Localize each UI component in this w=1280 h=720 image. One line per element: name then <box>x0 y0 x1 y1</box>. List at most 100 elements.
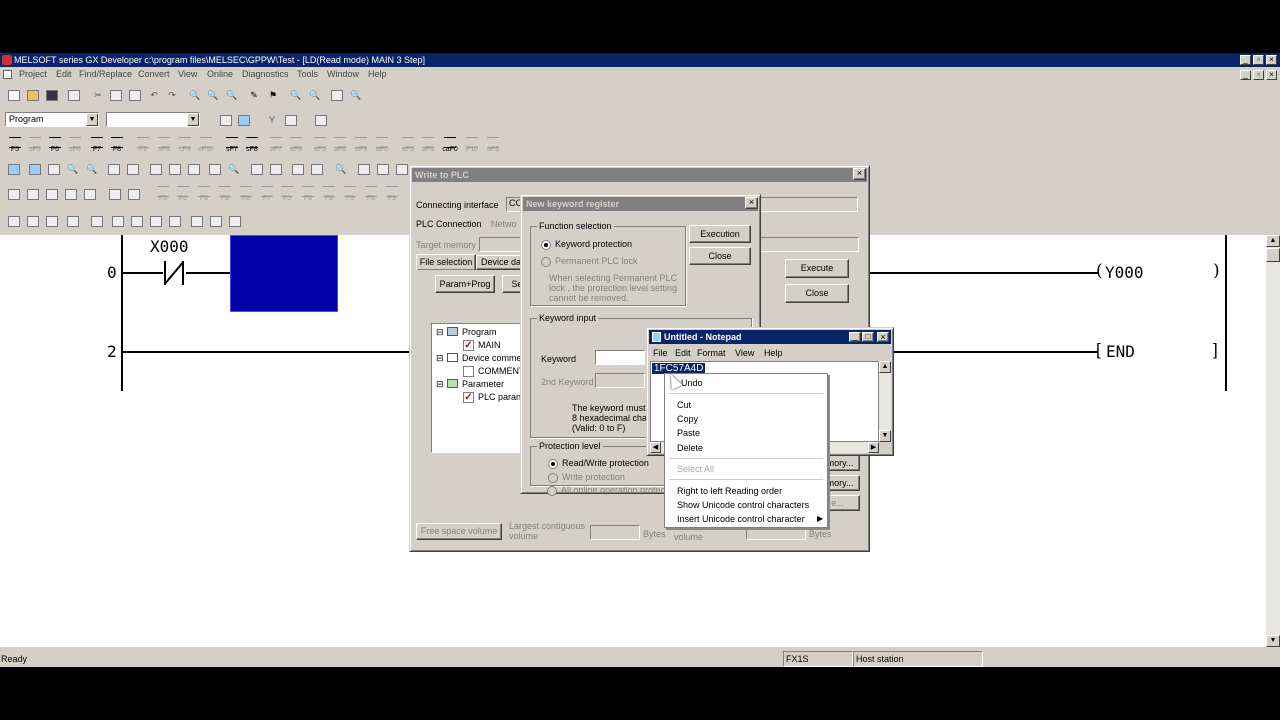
plc-param-checkbox[interactable]: ✓ <box>463 392 474 403</box>
menu-select-all[interactable]: Select All <box>677 464 714 474</box>
sfc-e-icon[interactable] <box>82 186 98 202</box>
rising-neg-icon[interactable]: aF5 <box>311 135 329 155</box>
sfc-f-icon[interactable] <box>107 186 123 202</box>
op-result-rise-icon[interactable]: aF5 <box>399 135 417 155</box>
ladder-view-icon[interactable] <box>218 112 234 128</box>
sfc-a-icon[interactable] <box>6 186 22 202</box>
rising-pulse-icon[interactable]: sF7 <box>223 135 241 155</box>
paste-icon[interactable] <box>127 87 143 103</box>
edit-h-icon[interactable] <box>148 213 164 229</box>
tool-t-icon[interactable] <box>394 161 410 177</box>
edit-c-icon[interactable] <box>44 213 60 229</box>
tool-k-icon[interactable] <box>207 161 223 177</box>
block-combo[interactable]: ▼ <box>106 112 200 127</box>
menu-project[interactable]: Project <box>19 69 47 79</box>
close-button[interactable]: × <box>1266 55 1277 65</box>
menu-edit[interactable]: Edit <box>56 69 72 79</box>
notepad-minimize-icon[interactable]: _ <box>849 332 861 342</box>
edit-k-icon[interactable] <box>208 213 224 229</box>
sfc-f5-icon[interactable]: F5 <box>154 184 172 204</box>
minimize-button[interactable]: _ <box>1240 55 1251 65</box>
sfc-f15-icon[interactable]: F8 <box>362 184 380 204</box>
draw-line-icon[interactable]: F10 <box>463 135 481 155</box>
permanent-lock-radio[interactable] <box>541 257 551 267</box>
notepad-menu-format[interactable]: Format <box>697 348 726 358</box>
tool-m-icon[interactable] <box>249 161 265 177</box>
sfc-f13-icon[interactable]: F8 <box>320 184 338 204</box>
notepad-scroll-down-icon[interactable]: ▼ <box>879 430 891 442</box>
copy-icon[interactable] <box>108 87 124 103</box>
tool-c-icon[interactable] <box>46 161 62 177</box>
entry-monitor-icon[interactable]: 🔍 <box>348 87 364 103</box>
edit-a-icon[interactable] <box>6 213 22 229</box>
new-file-icon[interactable] <box>6 87 22 103</box>
print-icon[interactable] <box>66 87 82 103</box>
tree-device-comment[interactable]: Device comme <box>462 353 522 363</box>
sfc-d-icon[interactable] <box>63 186 79 202</box>
restore-button[interactable]: ▫ <box>1253 55 1264 65</box>
close-button[interactable]: Close <box>785 284 849 303</box>
param-prog-button[interactable]: Param+Prog <box>435 275 495 293</box>
comment-checkbox[interactable] <box>463 366 474 377</box>
parallel-falling-icon[interactable]: aF8 <box>287 135 305 155</box>
sfc-f16-icon[interactable]: F9 <box>383 184 401 204</box>
notepad-scroll-right-icon[interactable]: ▶ <box>868 442 879 453</box>
program-combo[interactable]: Program ▼ <box>5 112 99 127</box>
par-falling-neg-icon[interactable]: aF0 <box>373 135 391 155</box>
tree-comment[interactable]: COMMENT <box>478 366 525 376</box>
sfc-f10-icon[interactable]: F7 <box>258 184 276 204</box>
tree-parameter[interactable]: Parameter <box>462 379 504 389</box>
sfc-f7-icon[interactable]: F6 <box>195 184 213 204</box>
keyword-close-button[interactable]: Close <box>689 247 751 265</box>
device-batch-icon[interactable] <box>329 87 345 103</box>
document-icon[interactable] <box>3 70 12 79</box>
tool-p-icon[interactable] <box>309 161 325 177</box>
save-icon[interactable] <box>44 87 60 103</box>
doc-restore-button[interactable]: ▫ <box>1253 70 1264 80</box>
delete-line-icon[interactable]: aF9 <box>484 135 502 155</box>
plc-read-icon[interactable]: ⚑ <box>265 87 281 103</box>
find-step-icon[interactable]: 🔍 <box>224 87 240 103</box>
closed-contact-icon[interactable]: F6 <box>46 135 64 155</box>
edit-i-icon[interactable] <box>167 213 183 229</box>
parallel-rising-icon[interactable]: aF7 <box>267 135 285 155</box>
nc-contact-symbol[interactable] <box>162 261 186 285</box>
tool-b-icon[interactable] <box>27 161 43 177</box>
menu-online[interactable]: Online <box>207 69 233 79</box>
sfc-f6-icon[interactable]: F6 <box>174 184 192 204</box>
tree-main[interactable]: MAIN <box>478 340 501 350</box>
main-checkbox[interactable]: ✓ <box>463 340 474 351</box>
op-result-fall-icon[interactable]: aF5 <box>419 135 437 155</box>
open-folder-icon[interactable] <box>25 87 41 103</box>
tool-d-icon[interactable]: 🔍 <box>65 161 81 177</box>
tree-plc-param[interactable]: PLC paran <box>478 392 521 402</box>
tool-i-icon[interactable] <box>167 161 183 177</box>
edit-g-icon[interactable] <box>129 213 145 229</box>
sfc-f14-icon[interactable]: F9 <box>341 184 359 204</box>
all-online-radio[interactable] <box>547 486 557 496</box>
doc-minimize-button[interactable]: _ <box>1240 70 1251 80</box>
statement-icon[interactable] <box>283 112 299 128</box>
menu-view[interactable]: View <box>178 69 197 79</box>
execution-button[interactable]: Execution <box>689 225 751 243</box>
menu-help[interactable]: Help <box>368 69 387 79</box>
second-keyword-input[interactable] <box>595 373 645 388</box>
tool-f-icon[interactable] <box>106 161 122 177</box>
write-protection-radio[interactable] <box>548 473 558 483</box>
menu-diagnostics[interactable]: Diagnostics <box>242 69 289 79</box>
parallel-open-icon[interactable]: sF5 <box>26 135 44 155</box>
open-contact-icon[interactable]: F5 <box>6 135 24 155</box>
falling-neg-icon[interactable]: aF6 <box>331 135 349 155</box>
menu-tools[interactable]: Tools <box>297 69 318 79</box>
find-instruction-icon[interactable]: 🔍 <box>205 87 221 103</box>
tool-s-icon[interactable] <box>375 161 391 177</box>
menu-copy[interactable]: Copy <box>677 414 698 424</box>
free-space-volume-button[interactable]: Free space volume <box>416 523 502 540</box>
vertical-scrollbar[interactable]: ▲ ▼ <box>1266 235 1280 647</box>
edit-j-icon[interactable] <box>189 213 205 229</box>
menu-paste[interactable]: Paste <box>677 428 700 438</box>
sfc-g-icon[interactable] <box>126 186 142 202</box>
tool-a-icon[interactable] <box>6 161 22 177</box>
sfc-b-icon[interactable] <box>25 186 41 202</box>
scroll-down-icon[interactable]: ▼ <box>1266 635 1280 647</box>
